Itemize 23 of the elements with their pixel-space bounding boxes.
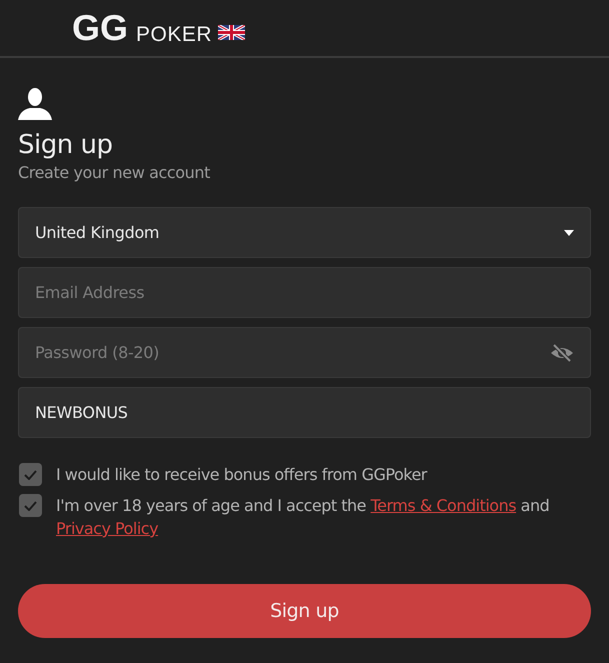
password-field[interactable]: Password (8-20) <box>18 327 591 378</box>
checkbox-label: I'm over 18 years of age and I accept the Terms & Conditions and Privacy Policy <box>56 495 550 540</box>
user-icon <box>18 88 52 120</box>
terms-link[interactable]: Terms & Conditions <box>370 496 516 515</box>
terms-link[interactable]: Privacy Policy <box>56 519 158 538</box>
eye-off-icon[interactable] <box>550 342 574 362</box>
flag-icon <box>218 24 246 40</box>
check-icon <box>24 470 37 480</box>
page-title: Sign up <box>18 129 112 161</box>
password-input[interactable]: Password (8-20) <box>35 340 550 364</box>
checkbox[interactable] <box>19 494 42 517</box>
check-icon <box>24 500 37 510</box>
sign-up-button[interactable]: Sign up <box>18 584 591 638</box>
page-subtitle: Create your new account <box>18 162 210 184</box>
email-field[interactable]: Email Address <box>18 267 591 318</box>
country-select[interactable]: United Kingdom <box>18 207 591 258</box>
bonus-code-field[interactable]: NEWBONUS <box>18 387 591 438</box>
text-input[interactable]: NEWBONUS <box>35 400 574 424</box>
checkbox[interactable] <box>19 463 42 486</box>
caret-icon <box>564 230 574 236</box>
checkbox-label: I would like to receive bonus offers from GGPoker <box>56 464 427 486</box>
text-input[interactable]: Email Address <box>35 280 574 304</box>
logo: GG POKER <box>72 10 212 46</box>
